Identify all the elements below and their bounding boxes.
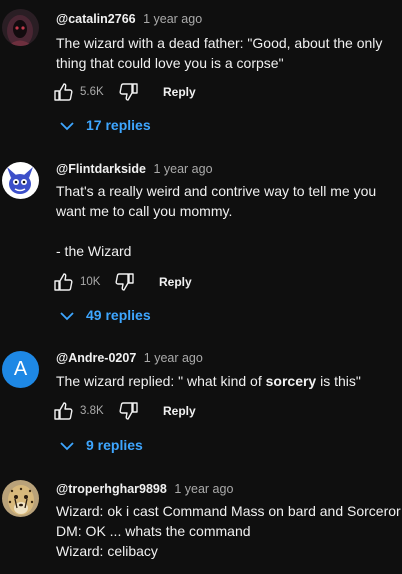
comment-actions: 10K Reply xyxy=(52,271,252,293)
comment-timestamp[interactable]: 1 year ago xyxy=(143,12,202,26)
like-count: 10K xyxy=(80,276,101,288)
thumbs-down-icon[interactable] xyxy=(118,400,140,422)
replies-count-label: 9 replies xyxy=(86,437,143,453)
avatar[interactable] xyxy=(2,480,39,517)
reply-button[interactable]: Reply xyxy=(163,404,196,418)
thumbs-down-icon[interactable] xyxy=(114,271,136,293)
like-count: 3.8K xyxy=(80,405,104,417)
hooded-figure-avatar-icon xyxy=(2,9,39,46)
comment-timestamp[interactable]: 1 year ago xyxy=(153,162,212,176)
comment-author[interactable]: @Flintdarkside xyxy=(56,162,146,176)
chevron-down-icon xyxy=(60,312,74,321)
thumbs-up-icon[interactable] xyxy=(52,271,74,293)
replies-count-label: 49 replies xyxy=(86,307,151,323)
view-replies-button[interactable]: 17 replies xyxy=(60,117,151,133)
comment-timestamp[interactable]: 1 year ago xyxy=(144,351,203,365)
comment-author[interactable]: @troperhghar9898 xyxy=(56,482,167,496)
replies-count-label: 17 replies xyxy=(86,117,151,133)
comment-actions: 3.8K Reply xyxy=(52,400,252,422)
like-count: 5.6K xyxy=(80,86,104,98)
comment-text: The wizard replied: " what kind of sorce… xyxy=(56,371,400,391)
comment-timestamp[interactable]: 1 year ago xyxy=(174,482,233,496)
thumbs-down-icon[interactable] xyxy=(118,81,140,103)
comment-text-line: The wizard with a dead father: "Good, ab… xyxy=(56,35,387,71)
chevron-down-icon xyxy=(60,122,74,131)
comment-actions: 5.6K Reply xyxy=(52,81,252,103)
avatar[interactable] xyxy=(2,162,39,199)
avatar[interactable]: A xyxy=(2,351,39,388)
comment-text-segment: is this" xyxy=(316,373,361,389)
comment-text-bold: sorcery xyxy=(265,373,317,389)
comment-author[interactable]: @catalin2766 xyxy=(56,12,136,26)
reply-button[interactable]: Reply xyxy=(159,275,192,289)
comment-text: Wizard: ok i cast Command Mass on bard a… xyxy=(56,501,402,561)
comment-text: The wizard with a dead father: "Good, ab… xyxy=(56,33,400,73)
comment-text-line: Wizard: ok i cast Command Mass on bard a… xyxy=(56,503,401,559)
reply-button[interactable]: Reply xyxy=(163,85,196,99)
view-replies-button[interactable]: 49 replies xyxy=(60,307,151,323)
comment-text-segment: The wizard replied: " what kind of xyxy=(56,373,266,389)
comment-text-line: That's a really weird and contrive way t… xyxy=(56,183,377,259)
cartoon-creature-avatar-icon xyxy=(2,162,39,199)
avatar-letter: A xyxy=(13,358,28,380)
avatar[interactable] xyxy=(2,9,39,46)
view-replies-button[interactable]: 9 replies xyxy=(60,437,143,453)
thumbs-up-icon[interactable] xyxy=(52,81,74,103)
comment-text: That's a really weird and contrive way t… xyxy=(56,181,400,261)
chevron-down-icon xyxy=(60,442,74,451)
comment-author[interactable]: @Andre-0207 xyxy=(56,351,136,365)
cheetah-avatar-icon xyxy=(2,480,39,517)
thumbs-up-icon[interactable] xyxy=(52,400,74,422)
